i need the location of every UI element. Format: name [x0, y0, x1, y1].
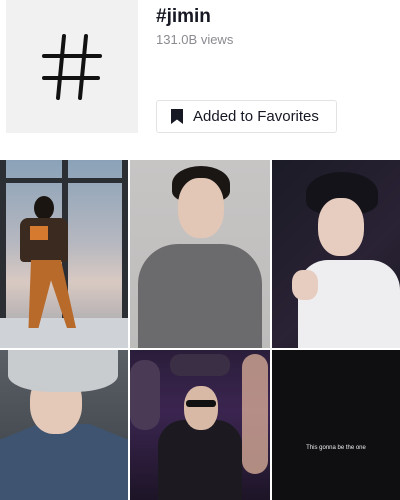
video-thumbnail[interactable]: This gonna be the one	[272, 350, 400, 500]
hashtag-view-count: 131.0B views	[156, 32, 234, 47]
hashtag-cover	[6, 0, 138, 133]
favorites-button-label: Added to Favorites	[193, 108, 319, 125]
person-body	[158, 420, 242, 500]
hashtag-title: #jimin	[156, 6, 211, 27]
hashtag-header: #jimin 131.0B views Added to Favorites	[0, 0, 400, 160]
person-face	[178, 178, 224, 238]
video-grid: This gonna be the one	[0, 160, 400, 500]
hash-icon	[42, 33, 102, 100]
sunglasses	[186, 400, 216, 407]
person-hand	[292, 270, 318, 300]
person-body	[0, 424, 128, 500]
video-thumbnail[interactable]	[0, 350, 128, 500]
floor	[0, 318, 128, 348]
video-thumbnail[interactable]	[272, 160, 400, 348]
person-hair	[8, 350, 118, 392]
crowd-person	[130, 360, 160, 430]
person-face	[184, 386, 218, 430]
crowd-person	[242, 354, 268, 474]
video-thumbnail[interactable]	[0, 160, 128, 348]
person-head	[34, 196, 54, 220]
bookmark-icon	[171, 109, 183, 124]
person-body	[138, 244, 262, 348]
video-thumbnail[interactable]	[130, 160, 270, 348]
window-frame	[0, 178, 128, 183]
person-face	[318, 198, 364, 256]
video-caption: This gonna be the one	[306, 445, 366, 451]
favorites-button[interactable]: Added to Favorites	[156, 100, 337, 133]
crowd-person	[170, 354, 230, 376]
person-body	[20, 218, 68, 262]
video-thumbnail[interactable]	[130, 350, 270, 500]
shirt-accent	[30, 226, 48, 240]
